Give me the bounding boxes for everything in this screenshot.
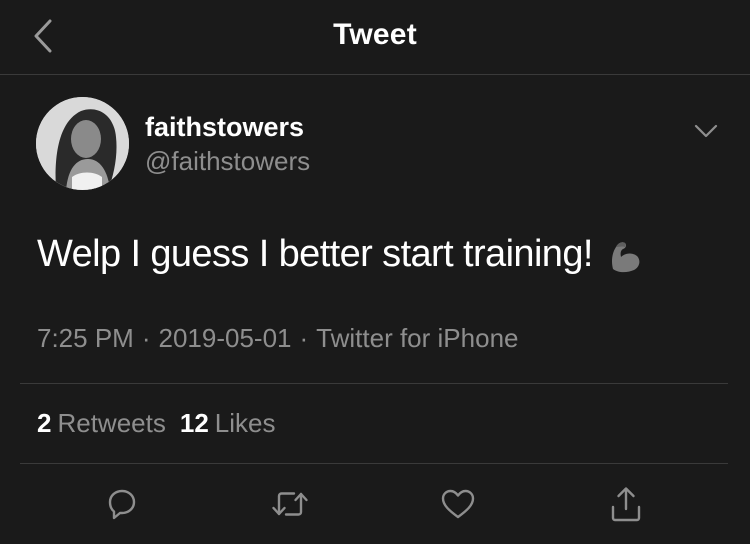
likes-stat[interactable]: 12 Likes [180, 408, 276, 438]
avatar[interactable] [36, 97, 129, 190]
navigation-bar: Tweet [0, 0, 750, 75]
tweet-body: Welp I guess I better start training! [37, 233, 645, 276]
tweet-options-button[interactable] [690, 118, 722, 144]
tweet-source[interactable]: Twitter for iPhone [316, 323, 518, 353]
like-button[interactable] [438, 484, 478, 524]
tweet-stats: 2 Retweets 12 Likes [37, 408, 275, 439]
author-handle[interactable]: @faithstowers [145, 146, 310, 177]
chevron-down-icon [694, 124, 718, 138]
reply-button[interactable] [102, 484, 142, 524]
share-button[interactable] [606, 484, 646, 524]
profile-photo [36, 97, 129, 190]
likes-label: Likes [214, 408, 276, 438]
tweet-time: 7:25 PM [37, 323, 134, 353]
likes-count: 12 [179, 408, 209, 438]
share-icon [611, 487, 641, 522]
divider [20, 463, 728, 464]
retweets-count: 2 [37, 408, 52, 438]
heart-icon [441, 489, 475, 519]
tweet-meta: 7:25 PM · 2019-05-01 · Twitter for iPhone [37, 323, 518, 354]
meta-separator: · [141, 323, 151, 353]
tweet-date: 2019-05-01 [158, 323, 292, 353]
reply-icon [108, 489, 136, 520]
retweets-label: Retweets [57, 408, 166, 438]
retweet-button[interactable] [270, 484, 310, 524]
tweet-text: Welp I guess I better start training! [37, 233, 593, 275]
page-title: Tweet [333, 18, 417, 51]
retweet-icon [272, 492, 308, 516]
divider [20, 383, 728, 384]
flexed-biceps-emoji [611, 241, 640, 272]
meta-separator: · [299, 323, 309, 353]
author-display-name[interactable]: faithstowers [145, 112, 304, 143]
retweets-stat[interactable]: 2 Retweets [37, 408, 166, 438]
